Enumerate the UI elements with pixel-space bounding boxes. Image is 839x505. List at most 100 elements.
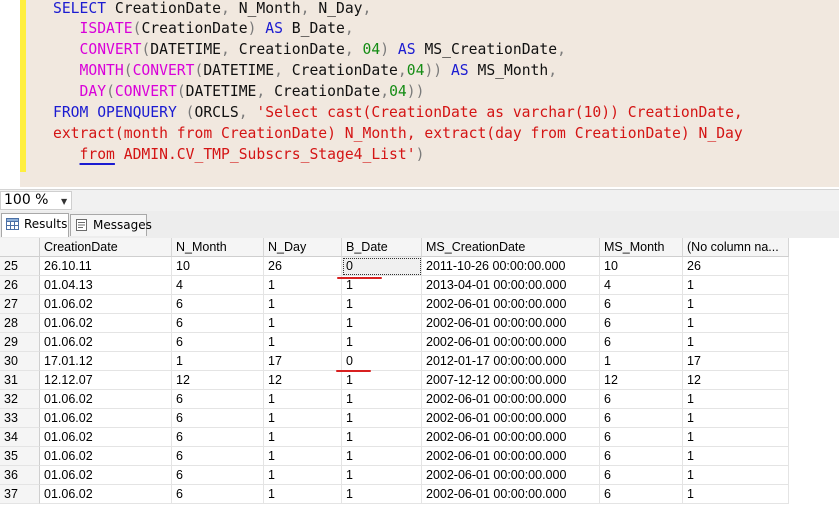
grid-cell[interactable]: 1 bbox=[683, 314, 789, 333]
code-line[interactable]: SELECT CreationDate, N_Month, N_Day, bbox=[53, 0, 371, 19]
table-row[interactable]: 36 01.06.02 6 1 1 2002-06-01 00:00:00.000 6 1 bbox=[0, 466, 790, 485]
grid-cell[interactable]: 01.06.02 bbox=[40, 390, 172, 409]
grid-cell[interactable]: 01.06.02 bbox=[40, 295, 172, 314]
grid-cell[interactable]: 6 bbox=[600, 466, 683, 485]
column-header[interactable]: N_Day bbox=[264, 238, 342, 257]
grid-cell[interactable]: 12 bbox=[264, 371, 342, 390]
grid-cell[interactable]: 1 bbox=[683, 485, 789, 504]
grid-cell[interactable]: 0 bbox=[342, 352, 422, 371]
grid-cell[interactable]: 01.06.02 bbox=[40, 466, 172, 485]
grid-cell[interactable]: 1 bbox=[342, 447, 422, 466]
grid-cell[interactable]: 2002-06-01 00:00:00.000 bbox=[422, 314, 600, 333]
grid-cell[interactable]: 1 bbox=[342, 314, 422, 333]
grid-cell[interactable]: 1 bbox=[683, 295, 789, 314]
grid-cell[interactable]: 2011-10-26 00:00:00.000 bbox=[422, 257, 600, 276]
row-number[interactable]: 36 bbox=[0, 466, 40, 485]
grid-cell[interactable]: 1 bbox=[264, 295, 342, 314]
grid-cell[interactable]: 01.06.02 bbox=[40, 485, 172, 504]
grid-cell[interactable]: 6 bbox=[600, 428, 683, 447]
table-row[interactable]: 28 01.06.02 6 1 1 2002-06-01 00:00:00.000 6 1 bbox=[0, 314, 790, 333]
grid-cell[interactable]: 1 bbox=[342, 371, 422, 390]
row-number[interactable]: 30 bbox=[0, 352, 40, 371]
grid-cell[interactable]: 26 bbox=[264, 257, 342, 276]
grid-cell[interactable]: 2012-01-17 00:00:00.000 bbox=[422, 352, 600, 371]
grid-cell[interactable]: 1 bbox=[683, 333, 789, 352]
row-number[interactable]: 32 bbox=[0, 390, 40, 409]
grid-cell[interactable]: 1 bbox=[264, 466, 342, 485]
table-row[interactable]: 34 01.06.02 6 1 1 2002-06-01 00:00:00.000 6 1 bbox=[0, 428, 790, 447]
grid-cell[interactable]: 1 bbox=[342, 390, 422, 409]
table-row[interactable]: 35 01.06.02 6 1 1 2002-06-01 00:00:00.000 6 1 bbox=[0, 447, 790, 466]
row-number[interactable]: 34 bbox=[0, 428, 40, 447]
grid-cell[interactable]: 2013-04-01 00:00:00.000 bbox=[422, 276, 600, 295]
row-number[interactable]: 27 bbox=[0, 295, 40, 314]
grid-cell[interactable]: 12 bbox=[172, 371, 264, 390]
grid-cell[interactable]: 26.10.11 bbox=[40, 257, 172, 276]
column-header[interactable]: MS_Month bbox=[600, 238, 683, 257]
column-header[interactable]: B_Date bbox=[342, 238, 422, 257]
grid-cell[interactable]: 6 bbox=[600, 333, 683, 352]
grid-cell[interactable]: 6 bbox=[172, 447, 264, 466]
grid-cell[interactable]: 1 bbox=[342, 333, 422, 352]
grid-cell[interactable]: 6 bbox=[600, 485, 683, 504]
grid-cell[interactable]: 6 bbox=[600, 390, 683, 409]
chevron-down-icon[interactable]: ▼ bbox=[61, 193, 67, 210]
grid-cell[interactable]: 2002-06-01 00:00:00.000 bbox=[422, 390, 600, 409]
grid-cell[interactable]: 01.06.02 bbox=[40, 447, 172, 466]
grid-cell[interactable]: 1 bbox=[683, 447, 789, 466]
grid-cell[interactable]: 1 bbox=[342, 409, 422, 428]
column-header[interactable]: (No column na... bbox=[683, 238, 789, 257]
grid-cell[interactable]: 1 bbox=[600, 352, 683, 371]
table-row[interactable]: 37 01.06.02 6 1 1 2002-06-01 00:00:00.000 6 1 bbox=[0, 485, 790, 504]
grid-cell[interactable]: 2002-06-01 00:00:00.000 bbox=[422, 333, 600, 352]
grid-corner[interactable] bbox=[0, 238, 40, 257]
grid-cell[interactable]: 2007-12-12 00:00:00.000 bbox=[422, 371, 600, 390]
table-row[interactable]: 27 01.06.02 6 1 1 2002-06-01 00:00:00.000 6 1 bbox=[0, 295, 790, 314]
grid-cell[interactable]: 6 bbox=[600, 447, 683, 466]
row-number[interactable]: 28 bbox=[0, 314, 40, 333]
grid-cell[interactable]: 6 bbox=[172, 295, 264, 314]
code-line[interactable]: DAY(CONVERT(DATETIME, CreationDate,04)) bbox=[53, 81, 425, 102]
grid-cell[interactable]: 10 bbox=[172, 257, 264, 276]
grid-cell[interactable]: 17 bbox=[264, 352, 342, 371]
table-row[interactable]: 30 17.01.12 1 17 0 2012-01-17 00:00:00.000 1 17 bbox=[0, 352, 790, 371]
grid-cell[interactable]: 1 bbox=[172, 352, 264, 371]
grid-cell[interactable]: 6 bbox=[172, 333, 264, 352]
grid-cell[interactable]: 2002-06-01 00:00:00.000 bbox=[422, 485, 600, 504]
grid-cell[interactable]: 6 bbox=[600, 314, 683, 333]
code-line[interactable]: CONVERT(DATETIME, CreationDate, 04) AS M… bbox=[53, 39, 566, 60]
table-row[interactable]: 32 01.06.02 6 1 1 2002-06-01 00:00:00.000 6 1 bbox=[0, 390, 790, 409]
grid-cell[interactable]: 01.06.02 bbox=[40, 314, 172, 333]
code-line[interactable]: extract(month from CreationDate) N_Month… bbox=[53, 123, 743, 144]
grid-cell[interactable]: 1 bbox=[264, 276, 342, 295]
row-number[interactable]: 33 bbox=[0, 409, 40, 428]
grid-cell[interactable]: 2002-06-01 00:00:00.000 bbox=[422, 295, 600, 314]
grid-cell[interactable]: 6 bbox=[172, 409, 264, 428]
grid-cell[interactable]: 1 bbox=[683, 466, 789, 485]
grid-cell[interactable]: 12 bbox=[683, 371, 789, 390]
grid-cell[interactable]: 2002-06-01 00:00:00.000 bbox=[422, 466, 600, 485]
code-line[interactable]: ISDATE(CreationDate) AS B_Date, bbox=[53, 18, 354, 39]
grid-cell[interactable]: 1 bbox=[342, 485, 422, 504]
grid-cell[interactable]: 26 bbox=[683, 257, 789, 276]
grid-cell[interactable]: 1 bbox=[683, 428, 789, 447]
grid-cell[interactable]: 2002-06-01 00:00:00.000 bbox=[422, 447, 600, 466]
grid-cell[interactable]: 1 bbox=[342, 295, 422, 314]
grid-cell[interactable]: 01.06.02 bbox=[40, 428, 172, 447]
tab-results[interactable]: Results bbox=[1, 213, 69, 237]
grid-cell[interactable]: 6 bbox=[172, 466, 264, 485]
grid-cell[interactable]: 1 bbox=[264, 333, 342, 352]
grid-cell[interactable]: 17 bbox=[683, 352, 789, 371]
grid-cell[interactable]: 01.04.13 bbox=[40, 276, 172, 295]
table-row[interactable]: 33 01.06.02 6 1 1 2002-06-01 00:00:00.000 6 1 bbox=[0, 409, 790, 428]
row-number[interactable]: 25 bbox=[0, 257, 40, 276]
grid-cell[interactable]: 6 bbox=[172, 428, 264, 447]
table-row[interactable]: 29 01.06.02 6 1 1 2002-06-01 00:00:00.000 6 1 bbox=[0, 333, 790, 352]
row-number[interactable]: 37 bbox=[0, 485, 40, 504]
grid-cell[interactable]: 1 bbox=[264, 314, 342, 333]
grid-cell[interactable]: 1 bbox=[683, 276, 789, 295]
grid-cell[interactable]: 1 bbox=[264, 485, 342, 504]
grid-cell[interactable]: 1 bbox=[264, 447, 342, 466]
grid-cell[interactable]: 1 bbox=[342, 428, 422, 447]
table-row[interactable]: 25 26.10.11 10 26 0 2011-10-26 00:00:00.000 10… bbox=[0, 257, 790, 276]
